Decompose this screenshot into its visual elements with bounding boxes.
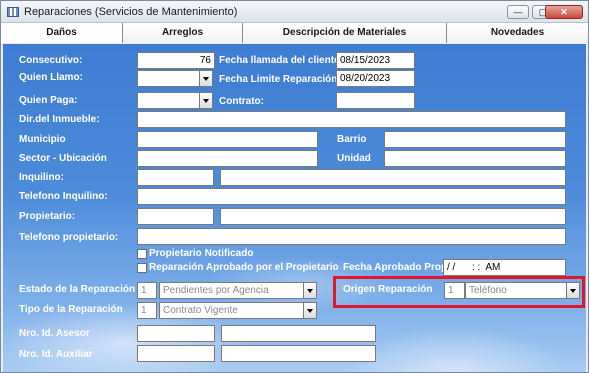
estado-label: Estado de la Reparación bbox=[19, 284, 136, 295]
dir-inmueble-label: Dir.del Inmueble: bbox=[19, 114, 100, 125]
estado-select[interactable]: Pendientes por Agencia bbox=[159, 282, 304, 299]
tipo-label: Tipo de la Reparación bbox=[19, 304, 123, 315]
inquilino-id-field[interactable] bbox=[137, 169, 214, 186]
origen-code-field[interactable]: 1 bbox=[444, 282, 465, 299]
municipio-label: Municipio bbox=[19, 134, 66, 145]
tab-arreglos[interactable]: Arreglos bbox=[123, 23, 243, 43]
propietario-id-field[interactable] bbox=[137, 208, 214, 225]
consecutivo-field[interactable]: 76 bbox=[137, 52, 215, 69]
fecha-aprobado-label: Fecha Aprobado Prop: bbox=[343, 262, 451, 273]
title-bar: Reparaciones (Servicios de Mantenimiento… bbox=[1, 1, 588, 23]
chevron-down-icon bbox=[203, 99, 209, 103]
repair-window: Reparaciones (Servicios de Mantenimiento… bbox=[0, 0, 589, 373]
reparacion-aprobado-checkbox[interactable] bbox=[137, 263, 147, 273]
reparacion-aprobado-label: Reparación Aprobado por el Propietario bbox=[149, 262, 339, 273]
consecutivo-label: Consecutivo: bbox=[19, 55, 83, 66]
close-button[interactable]: ✕ bbox=[545, 5, 583, 19]
asesor-id-field[interactable] bbox=[137, 325, 215, 342]
telefono-inquilino-field[interactable] bbox=[137, 188, 566, 205]
propietario-notificado-label: Propietario Notificado bbox=[149, 248, 254, 259]
fecha-llamada-label: Fecha llamada del cliente: bbox=[219, 55, 343, 66]
tab-danos[interactable]: Daños bbox=[1, 23, 123, 43]
auxiliar-id-field[interactable] bbox=[137, 345, 215, 362]
origen-select[interactable]: Teléfono bbox=[465, 282, 567, 299]
unidad-label: Unidad bbox=[337, 153, 371, 164]
fecha-limite-label: Fecha Limite Reparación: bbox=[219, 74, 341, 85]
tipo-dropdown-button[interactable] bbox=[303, 302, 317, 319]
danos-panel: Consecutivo: 76 Fecha llamada del client… bbox=[3, 44, 586, 372]
tab-bar: Daños Arreglos Descripción de Materiales… bbox=[1, 23, 588, 43]
telefono-inquilino-label: Telefono Inquilino: bbox=[19, 191, 108, 202]
sector-label: Sector - Ubicación bbox=[19, 153, 107, 164]
propietario-notificado-checkbox[interactable] bbox=[137, 249, 147, 259]
minimize-button[interactable]: — bbox=[507, 5, 529, 19]
fecha-llamada-field[interactable]: 08/15/2023 bbox=[336, 52, 415, 69]
app-grid-icon bbox=[7, 7, 19, 17]
quien-paga-select[interactable] bbox=[137, 92, 201, 109]
auxiliar-label: Nro. Id. Auxiliar bbox=[19, 349, 93, 360]
origen-label: Origen Reparación bbox=[343, 284, 433, 295]
window-title: Reparaciones (Servicios de Mantenimiento… bbox=[24, 6, 238, 18]
fecha-aprobado-field[interactable]: / / : : AM bbox=[443, 259, 566, 276]
quien-paga-label: Quien Paga: bbox=[19, 95, 78, 106]
tab-descripcion-materiales[interactable]: Descripción de Materiales bbox=[243, 23, 447, 43]
sector-field[interactable] bbox=[137, 150, 318, 167]
contrato-label: Contrato: bbox=[219, 96, 264, 107]
chevron-down-icon bbox=[570, 289, 576, 293]
fecha-limite-field[interactable]: 08/20/2023 bbox=[336, 70, 415, 87]
quien-llamo-select[interactable] bbox=[137, 70, 201, 87]
barrio-field[interactable] bbox=[384, 131, 566, 148]
telefono-propietario-field[interactable] bbox=[137, 228, 566, 245]
dir-inmueble-field[interactable] bbox=[137, 111, 566, 128]
propietario-label: Propietario: bbox=[19, 211, 76, 222]
inquilino-name-field[interactable] bbox=[220, 169, 566, 186]
contrato-field[interactable] bbox=[336, 92, 415, 109]
inquilino-label: Inquilino: bbox=[19, 172, 64, 183]
chevron-down-icon bbox=[307, 309, 313, 313]
propietario-name-field[interactable] bbox=[220, 208, 566, 225]
chevron-down-icon bbox=[307, 289, 313, 293]
asesor-label: Nro. Id. Asesor bbox=[19, 328, 90, 339]
asesor-name-field[interactable] bbox=[221, 325, 376, 342]
chevron-down-icon bbox=[203, 77, 209, 81]
unidad-field[interactable] bbox=[384, 150, 566, 167]
telefono-propietario-label: Telefono propietario: bbox=[19, 232, 119, 243]
tipo-code-field[interactable]: 1 bbox=[137, 302, 157, 319]
quien-llamo-label: Quien Llamo: bbox=[19, 72, 83, 83]
tipo-select[interactable]: Contrato Vigente bbox=[159, 302, 304, 319]
quien-llamo-dropdown-button[interactable] bbox=[199, 70, 213, 87]
estado-dropdown-button[interactable] bbox=[303, 282, 317, 299]
barrio-label: Barrio bbox=[337, 134, 367, 145]
quien-paga-dropdown-button[interactable] bbox=[199, 92, 213, 109]
estado-code-field[interactable]: 1 bbox=[137, 282, 157, 299]
tab-novedades[interactable]: Novedades bbox=[447, 23, 588, 43]
municipio-field[interactable] bbox=[137, 131, 318, 148]
auxiliar-name-field[interactable] bbox=[221, 345, 376, 362]
origen-dropdown-button[interactable] bbox=[566, 282, 580, 299]
